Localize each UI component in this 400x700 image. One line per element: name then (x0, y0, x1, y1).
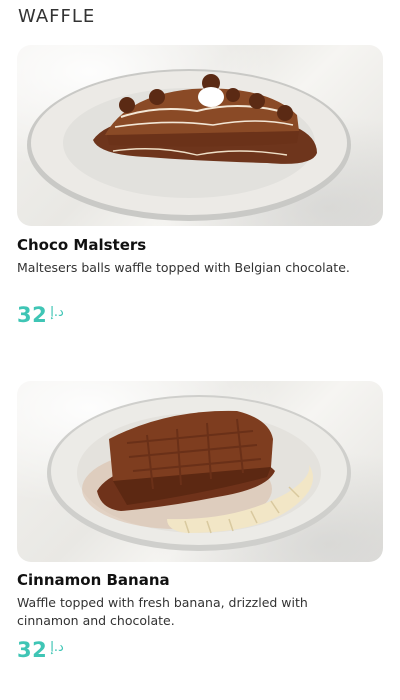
menu-item-card[interactable]: Choco Malsters Maltesers balls waffle to… (17, 45, 383, 327)
section-title: WAFFLE (18, 6, 96, 27)
dish-name: Choco Malsters (17, 236, 147, 254)
price-value: 32 (17, 303, 48, 327)
price-currency: د.إ (50, 305, 64, 320)
price: 32 د.إ (17, 638, 64, 662)
dish-description: Maltesers balls waffle topped with Belgi… (17, 260, 350, 275)
menu-item-card[interactable]: Cinnamon Banana Waffle topped with fresh… (17, 381, 383, 662)
dish-photo[interactable] (17, 381, 383, 562)
price-value: 32 (17, 638, 48, 662)
dish-description: Waffle topped with fresh banana, drizzle… (17, 595, 308, 628)
dish-photo[interactable] (17, 45, 383, 226)
price: 32 د.إ (17, 303, 64, 327)
dish-name: Cinnamon Banana (17, 571, 170, 589)
price-currency: د.إ (50, 640, 64, 655)
